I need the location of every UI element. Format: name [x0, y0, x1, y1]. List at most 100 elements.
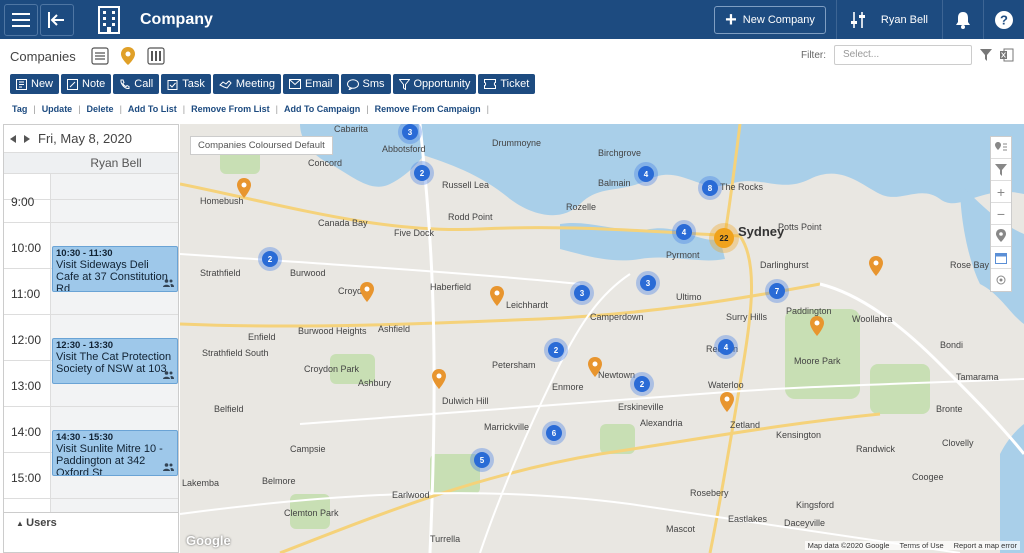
map-place-label: Zetland: [730, 420, 761, 430]
users-section[interactable]: ▲ Users: [4, 512, 178, 552]
map-cluster[interactable]: 2: [634, 376, 650, 392]
map-cluster[interactable]: 4: [638, 166, 654, 182]
map-cluster[interactable]: 7: [769, 283, 785, 299]
next-day-icon[interactable]: [24, 134, 30, 143]
new-company-button[interactable]: + New Company: [714, 5, 826, 34]
map-view-button[interactable]: [118, 46, 138, 66]
map-place-label: Five Dock: [394, 228, 435, 238]
map-place-label: Bronte: [936, 404, 963, 414]
task-button[interactable]: Task: [161, 74, 211, 94]
divider: [4, 222, 178, 223]
help-button[interactable]: ?: [984, 0, 1024, 39]
map-pin-icon[interactable]: [360, 282, 374, 302]
calendar-date: Fri, May 8, 2020: [38, 131, 132, 146]
map-pin-icon[interactable]: [588, 357, 602, 377]
note-button[interactable]: Note: [61, 74, 112, 94]
map-view[interactable]: Companies Coloursed Default Cabarita Abb…: [180, 124, 1024, 553]
user-menu[interactable]: Ryan Bell: [837, 0, 942, 39]
map-place-label: Potts Point: [778, 222, 822, 232]
map-place-label: Rose Bay: [950, 260, 990, 270]
map-cluster-large[interactable]: 22: [714, 228, 734, 248]
map-legend[interactable]: Companies Coloursed Default: [190, 136, 333, 155]
meeting-icon: [218, 79, 232, 89]
report-error-link[interactable]: Report a map error: [954, 541, 1017, 550]
map-cluster[interactable]: 4: [676, 224, 692, 240]
center-map-button[interactable]: [991, 269, 1011, 291]
list-view-button[interactable]: [90, 46, 110, 66]
map-pin-icon[interactable]: [810, 316, 824, 336]
map-cluster[interactable]: 2: [548, 342, 564, 358]
list-view-icon: [91, 47, 109, 65]
meeting-button[interactable]: Meeting: [212, 74, 281, 94]
calendar-event[interactable]: 10:30 - 11:30 Visit Sideways Deli Cafe a…: [52, 246, 178, 292]
event-title: Visit Sideways Deli Cafe at 37 Constitut…: [56, 259, 168, 292]
map-pin-icon[interactable]: [432, 369, 446, 389]
time-label: 14:00: [11, 425, 42, 439]
map-pin-icon[interactable]: [237, 178, 251, 198]
board-view-button[interactable]: [146, 46, 166, 66]
map-cluster[interactable]: 3: [640, 275, 656, 291]
terms-link[interactable]: Terms of Use: [899, 541, 943, 550]
page-title: Company: [140, 10, 213, 28]
ticket-label: Ticket: [500, 78, 530, 90]
map-pin-icon[interactable]: [720, 392, 734, 412]
map-cluster[interactable]: 3: [402, 124, 418, 140]
sms-button[interactable]: Sms: [340, 74, 391, 94]
filter-select[interactable]: Select...: [834, 45, 972, 65]
opportunity-button[interactable]: Opportunity: [392, 74, 477, 94]
map-place-label: Birchgrove: [598, 148, 642, 158]
map-place-label: Darlinghurst: [760, 260, 809, 270]
menu-icon: [12, 12, 30, 27]
calendar-header: Fri, May 8, 2020: [4, 125, 178, 152]
new-button[interactable]: New: [10, 74, 60, 94]
map-pin-icon[interactable]: [490, 286, 504, 306]
calendar-view-button[interactable]: [991, 247, 1011, 269]
map-place-label: Lakemba: [182, 478, 220, 488]
call-label: Call: [134, 78, 154, 90]
prev-day-icon[interactable]: [10, 134, 16, 143]
back-button[interactable]: [40, 3, 74, 36]
add-to-campaign-link[interactable]: Add To Campaign: [284, 104, 360, 114]
remove-from-campaign-link[interactable]: Remove From Campaign: [375, 104, 481, 114]
my-location-button[interactable]: [991, 225, 1011, 247]
tag-link[interactable]: Tag: [12, 104, 27, 114]
remove-from-list-link[interactable]: Remove From List: [191, 104, 270, 114]
delete-link[interactable]: Delete: [87, 104, 114, 114]
call-button[interactable]: Call: [113, 74, 160, 94]
event-time: 12:30 - 13:30: [56, 340, 114, 351]
zoom-out-button[interactable]: −: [991, 203, 1011, 225]
map-cluster[interactable]: 2: [414, 165, 430, 181]
notifications-button[interactable]: [943, 0, 983, 39]
map-cluster[interactable]: 4: [718, 339, 734, 355]
map-cluster[interactable]: 5: [474, 452, 490, 468]
menu-button[interactable]: [4, 3, 38, 36]
email-button[interactable]: Email: [282, 74, 339, 94]
ticket-button[interactable]: Ticket: [478, 74, 536, 94]
zoom-in-button[interactable]: +: [991, 181, 1011, 203]
calendar-event[interactable]: 12:30 - 13:30 Visit The Cat Protection S…: [52, 338, 178, 384]
map-cluster[interactable]: 6: [546, 425, 562, 441]
bulk-action-links: Tag | Update | Delete | Add To List | Remove…: [12, 104, 495, 114]
funnel-icon[interactable]: [980, 49, 992, 61]
map-layers-button[interactable]: [991, 137, 1011, 159]
divider: [4, 406, 178, 407]
map-cluster[interactable]: 8: [702, 180, 718, 196]
map-place-label: Mascot: [666, 524, 696, 534]
map-place-label: Abbotsford: [382, 144, 426, 154]
map-filter-button[interactable]: [991, 159, 1011, 181]
divider: |: [275, 104, 278, 114]
time-label: 9:00: [11, 195, 35, 209]
map-place-label: Strathfield South: [202, 348, 269, 358]
map-place-label: Ultimo: [676, 292, 702, 302]
map-pin-icon[interactable]: [869, 256, 883, 276]
update-link[interactable]: Update: [42, 104, 73, 114]
map-place-label: Belmore: [262, 476, 296, 486]
map-cluster[interactable]: 2: [262, 251, 278, 267]
add-to-list-link[interactable]: Add To List: [128, 104, 177, 114]
calendar-event[interactable]: 14:30 - 15:30 Visit Sunlite Mitre 10 - P…: [52, 430, 178, 476]
map-cluster[interactable]: 3: [574, 285, 590, 301]
excel-export-icon[interactable]: [1000, 48, 1014, 62]
plus-icon: +: [725, 8, 737, 31]
calendar-grid: 9:00 10:00 11:00 12:00 13:00 14:00 15:00…: [4, 174, 178, 512]
map-place-label: Woollahra: [852, 314, 893, 324]
